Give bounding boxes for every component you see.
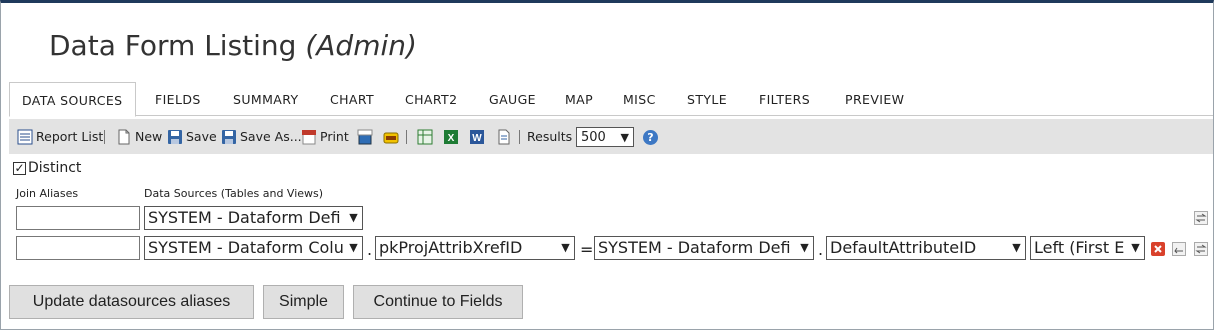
tab-chart2[interactable]: CHART2	[405, 82, 457, 116]
chevron-down-icon: ▼	[620, 130, 629, 144]
new-document-icon	[116, 129, 132, 145]
excel-export-button[interactable]	[417, 119, 433, 154]
tab-filters[interactable]: FILTERS	[759, 82, 810, 116]
pdf-icon	[301, 129, 317, 145]
svg-text:W: W	[472, 133, 482, 144]
save-as-disk-icon	[221, 129, 237, 145]
new-button[interactable]: New	[116, 119, 162, 154]
html-icon	[357, 129, 373, 145]
move-up-icon[interactable]	[1172, 241, 1186, 256]
tab-gauge[interactable]: GAUGE	[489, 82, 536, 116]
tab-summary[interactable]: SUMMARY	[233, 82, 299, 116]
data-sources-header: Data Sources (Tables and Views)	[144, 187, 324, 200]
document-icon	[496, 129, 512, 145]
join-alias-input[interactable]	[16, 206, 140, 230]
delete-icon[interactable]	[1151, 241, 1165, 256]
sql-button[interactable]	[383, 119, 399, 154]
chevron-down-icon: ▼	[345, 207, 362, 229]
swap-icon[interactable]	[1194, 241, 1208, 256]
dot-separator: .	[367, 240, 373, 259]
target-field-value: DefaultAttributeID	[830, 238, 977, 257]
data-source-select[interactable]: SYSTEM - Dataform Colu ▼	[144, 236, 363, 260]
page-subtitle: (Admin)	[305, 29, 417, 62]
save-as-button[interactable]: Save As...	[221, 119, 302, 154]
target-source-select[interactable]: SYSTEM - Dataform Defi ▼	[594, 236, 814, 260]
target-source-value: SYSTEM - Dataform Defi	[598, 238, 791, 257]
data-source-value: SYSTEM - Dataform Defi	[148, 208, 341, 227]
source-field-select[interactable]: pkProjAttribXrefID ▼	[375, 236, 575, 260]
continue-to-fields-button[interactable]: Continue to Fields	[353, 285, 523, 319]
report-list-label: Report List	[36, 129, 104, 144]
results-label: Results	[527, 129, 573, 144]
results-value: 500	[581, 129, 606, 145]
print-label: Print	[320, 129, 349, 144]
tab-data-sources[interactable]: DATA SOURCES	[9, 82, 136, 117]
toolbar-divider	[519, 130, 520, 144]
data-source-value: SYSTEM - Dataform Colu	[148, 238, 344, 257]
tab-misc[interactable]: MISC	[623, 82, 656, 116]
chevron-down-icon: ▼	[557, 237, 574, 259]
print-pdf-button[interactable]: Print	[301, 119, 349, 154]
tab-fields[interactable]: FIELDS	[155, 82, 201, 116]
html-export-button[interactable]	[357, 119, 373, 154]
join-alias-input[interactable]	[16, 236, 140, 260]
join-type-select[interactable]: Left (First E ▼	[1030, 236, 1145, 260]
update-datasources-aliases-button[interactable]: Update datasources aliases	[9, 285, 254, 319]
save-disk-icon	[167, 129, 183, 145]
save-as-label: Save As...	[240, 129, 302, 144]
report-list-button[interactable]: Report List	[17, 119, 103, 154]
document-button[interactable]	[496, 119, 512, 154]
tab-style[interactable]: STYLE	[687, 82, 727, 116]
simple-button[interactable]: Simple	[263, 285, 344, 319]
save-button[interactable]: Save	[167, 119, 217, 154]
chevron-down-icon: ▼	[796, 237, 813, 259]
source-field-value: pkProjAttribXrefID	[379, 238, 523, 257]
word-icon: W	[469, 129, 485, 145]
toolbar: Report List New Save Save As... Print X …	[9, 119, 1213, 154]
distinct-option: ✓ Distinct	[13, 160, 81, 176]
excel-icon: X	[443, 129, 459, 145]
page-title: Data Form Listing (Admin)	[49, 29, 417, 62]
tab-chart[interactable]: CHART	[330, 82, 374, 116]
new-label: New	[135, 129, 163, 144]
distinct-checkbox[interactable]: ✓	[13, 161, 26, 175]
page-frame: Data Form Listing (Admin) DATA SOURCES F…	[0, 0, 1214, 330]
equals-operator: =	[580, 240, 594, 259]
results-select[interactable]: 500 ▼	[576, 127, 634, 147]
save-label: Save	[186, 129, 217, 144]
word-button[interactable]: W	[469, 119, 485, 154]
data-source-select[interactable]: SYSTEM - Dataform Defi ▼	[144, 206, 363, 230]
chevron-down-icon: ▼	[1008, 237, 1025, 259]
target-field-select[interactable]: DefaultAttributeID ▼	[826, 236, 1026, 260]
tab-map[interactable]: MAP	[565, 82, 593, 116]
swap-icon[interactable]	[1194, 210, 1208, 225]
tab-preview[interactable]: PREVIEW	[845, 82, 904, 116]
tab-bar: DATA SOURCES FIELDS SUMMARY CHART CHART2…	[9, 82, 1213, 117]
svg-text:X: X	[448, 133, 455, 144]
join-aliases-header: Join Aliases	[16, 187, 79, 200]
help-icon[interactable]: ?	[643, 130, 658, 145]
chevron-down-icon: ▼	[1127, 237, 1144, 259]
report-list-icon	[17, 129, 33, 145]
excel-button[interactable]: X	[443, 119, 459, 154]
distinct-label: Distinct	[28, 160, 82, 176]
excel-grid-icon	[417, 129, 433, 145]
sql-icon	[383, 129, 399, 145]
chevron-down-icon: ▼	[345, 237, 362, 259]
toolbar-divider	[406, 130, 407, 144]
join-type-value: Left (First E	[1034, 238, 1125, 257]
dot-separator: .	[818, 240, 824, 259]
toolbar-divider	[104, 130, 105, 144]
